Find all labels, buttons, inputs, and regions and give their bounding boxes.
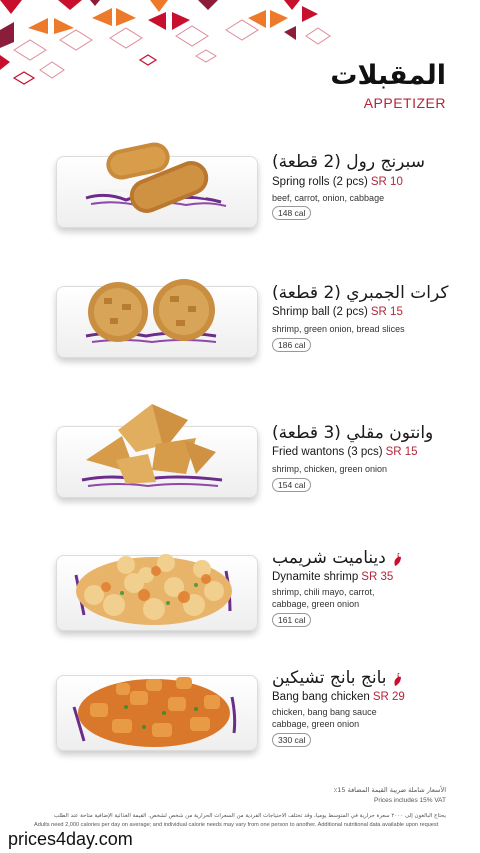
spring-rolls-image xyxy=(85,142,227,213)
item-name-arabic: وانتون مقلي (3 قطعة) xyxy=(272,423,434,443)
decorative-pattern xyxy=(0,0,331,85)
item-description: shrimp, green onion, bread slices xyxy=(272,324,405,334)
item-name: Shrimp ball (2 pcs) xyxy=(272,306,368,318)
menu-item-shrimp-ball[interactable]: كرات الجمبري (2 قطعة) Shrimp ball (2 pcs… xyxy=(0,279,480,400)
item-price: SR 29 xyxy=(372,691,405,703)
dynamite-shrimp-image xyxy=(74,554,232,625)
item-price: SR 35 xyxy=(361,571,394,583)
shrimp-ball-image xyxy=(85,279,217,344)
item-price: SR 10 xyxy=(370,176,403,188)
bang-bang-chicken-image xyxy=(72,677,237,747)
calorie-badge: 161 cal xyxy=(272,613,312,627)
vat-note-english: Prices includes 15% VAT xyxy=(373,797,446,804)
calorie-badge: 330 cal xyxy=(272,733,312,747)
menu-item-dynamite-shrimp[interactable]: ديناميت شريمب Dynamite shrimp SR 35 shrim… xyxy=(0,545,480,665)
item-name-arabic: كرات الجمبري (2 قطعة) xyxy=(272,283,449,303)
menu-item-bang-bang-chicken[interactable]: بانج بانج تشيكين Bang bang chicken SR 29 … xyxy=(0,665,480,785)
calorie-badge: 154 cal xyxy=(272,478,312,492)
section-title-arabic: المقبلات xyxy=(330,60,446,91)
item-name-english: Fried wantons (3 pcs) SR 15 xyxy=(272,446,418,458)
item-name-english: Bang bang chicken SR 29 xyxy=(272,691,405,703)
calorie-badge: 148 cal xyxy=(272,206,312,220)
item-description: beef, carrot, onion, cabbage xyxy=(272,193,385,203)
item-name: Dynamite shrimp xyxy=(272,571,359,583)
spicy-chili-icon xyxy=(394,553,401,566)
item-name-english: Shrimp ball (2 pcs) SR 15 xyxy=(272,306,403,318)
fried-wantons-image xyxy=(81,404,223,488)
menu-item-spring-rolls[interactable]: سبرنج رول (2 قطعة) Spring rolls (2 pcs) S… xyxy=(0,140,480,260)
item-price: SR 15 xyxy=(370,306,403,318)
item-name-arabic: بانج بانج تشيكين xyxy=(272,668,387,688)
item-description: chicken, bang bang sauce cabbage, green … xyxy=(272,707,377,729)
item-name: Fried wantons (3 pcs) xyxy=(272,446,383,458)
vat-note-arabic: الأسعار شاملة ضريبة القيمة المضافة 15٪ xyxy=(333,786,446,794)
calorie-note-english: Adults need 2,000 calories per day on av… xyxy=(34,822,439,828)
calorie-note-arabic: يحتاج البالغون إلى ٢٠٠٠ سعرة حرارية في ا… xyxy=(53,813,446,819)
site-watermark: prices4day.com xyxy=(4,829,137,850)
spicy-chili-icon xyxy=(394,673,401,686)
item-description: shrimp, chili mayo, carrot, cabbage, gre… xyxy=(272,587,375,609)
item-description: shrimp, chicken, green onion xyxy=(272,464,388,474)
menu-item-fried-wantons[interactable]: وانتون مقلي (3 قطعة) Fried wantons (3 pc… xyxy=(0,404,480,540)
item-name-english: Dynamite shrimp SR 35 xyxy=(272,571,393,583)
section-title-english: APPETIZER xyxy=(363,95,446,111)
item-name: Spring rolls (2 pcs) xyxy=(272,176,368,188)
item-name: Bang bang chicken xyxy=(272,691,370,703)
item-price: SR 15 xyxy=(385,446,418,458)
item-name-english: Spring rolls (2 pcs) SR 10 xyxy=(272,176,403,188)
item-name-arabic: سبرنج رول (2 قطعة) xyxy=(272,152,425,172)
item-name-arabic: ديناميت شريمب xyxy=(272,548,386,568)
calorie-badge: 186 cal xyxy=(272,338,312,352)
